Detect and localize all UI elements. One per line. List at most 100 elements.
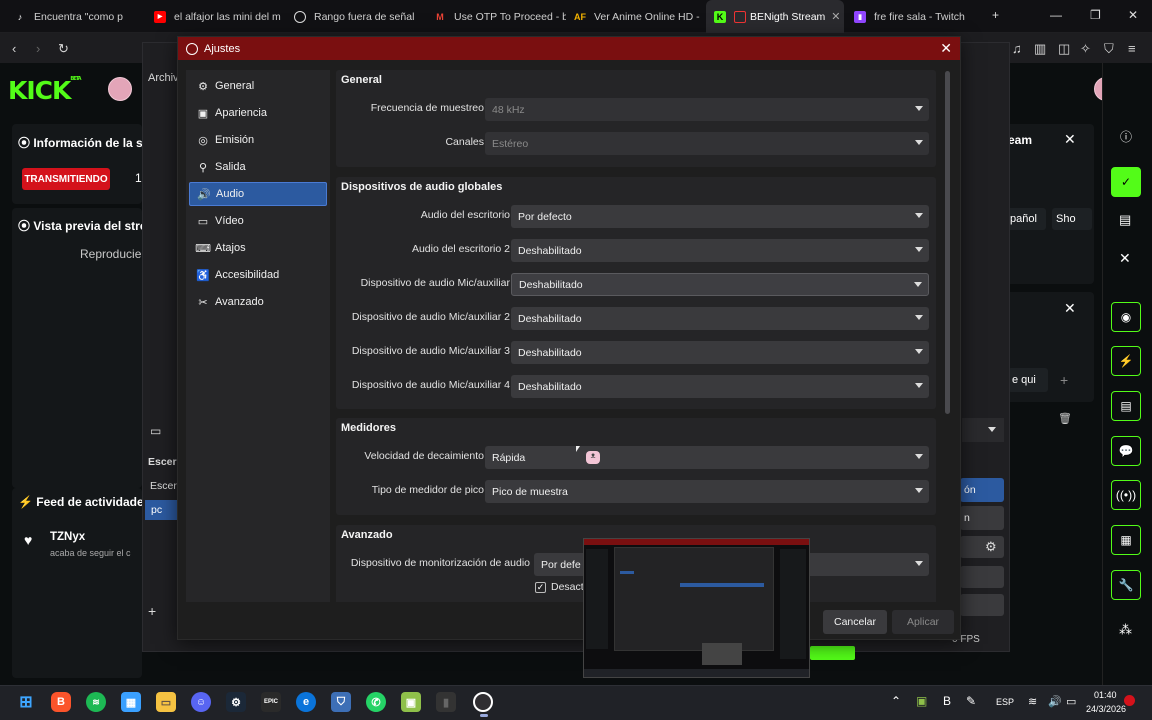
shield-icon[interactable]: ⛉ — [1104, 41, 1114, 57]
tab-twitch[interactable]: ▮ fre fire sala - Twitch — [846, 0, 986, 33]
lightning-icon[interactable]: ⚡ — [1111, 346, 1141, 376]
tab-youtube[interactable]: ▶ el alfajor las mini del m — [146, 0, 284, 33]
b-tray-icon[interactable]: B — [943, 694, 951, 708]
search-field[interactable]: e qui — [1008, 368, 1048, 392]
avatar[interactable] — [108, 77, 132, 101]
close-window-icon[interactable]: ✕ — [1128, 8, 1138, 22]
tab-anime[interactable]: AF Ver Anime Online HD - — [566, 0, 706, 33]
trash-icon[interactable]: 🗑 — [1058, 412, 1072, 425]
close-icon[interactable]: ✕ — [940, 40, 952, 57]
menu-icon[interactable]: ≡ — [1128, 41, 1136, 56]
tag-chip[interactable]: Sho — [1052, 208, 1092, 230]
brave-icon[interactable]: B — [51, 692, 71, 712]
whatsapp-icon[interactable]: ✆ — [366, 692, 386, 712]
sidebar-item-emision[interactable]: ◎ Emisión — [189, 128, 327, 152]
menu-archivo[interactable]: Archiv — [148, 72, 179, 84]
steam-icon[interactable]: ⚙ — [226, 692, 246, 712]
sidebar-item-general[interactable]: ⚙ General — [189, 74, 327, 98]
mic-aux-2-select[interactable]: Deshabilitado — [511, 307, 929, 330]
screenshot-icon[interactable]: ◫ — [1058, 41, 1070, 57]
broadcast-icon[interactable]: ((•)) — [1111, 480, 1141, 510]
edge-icon[interactable]: e — [296, 692, 316, 712]
desktop-audio-select[interactable]: Por defecto — [511, 205, 929, 228]
scene-item-pc[interactable]: pc — [145, 500, 177, 520]
stream-button[interactable]: ón — [960, 478, 1004, 502]
discord-icon[interactable]: ☺ — [191, 692, 211, 712]
close-tab-icon[interactable]: ✕ — [825, 10, 840, 23]
back-icon[interactable]: ‹ — [12, 41, 16, 56]
kick-logo[interactable]: KICKBETA — [8, 76, 82, 105]
file-explorer-icon[interactable]: ▭ — [156, 692, 176, 712]
defender-icon[interactable]: ⛉ — [331, 692, 351, 712]
sidebar-icon[interactable]: ▥ — [1034, 41, 1046, 57]
epic-games-icon[interactable]: EPIC — [261, 692, 281, 712]
windows-start-icon[interactable]: ⊞ — [16, 692, 36, 712]
volume-icon[interactable]: 🔊 — [1048, 695, 1062, 708]
maximize-icon[interactable]: ❐ — [1090, 8, 1101, 22]
reload-icon[interactable]: ↻ — [58, 41, 69, 57]
battery-icon[interactable]: ▭ — [1066, 695, 1076, 708]
wifi-icon[interactable]: ≋ — [1028, 695, 1037, 708]
store-icon[interactable]: ▦ — [121, 692, 141, 712]
sidebar-item-audio[interactable]: 🔊 Audio — [189, 182, 327, 206]
sidebar-item-atajos[interactable]: ⌨ Atajos — [189, 236, 327, 260]
add-scene-icon[interactable]: + — [148, 603, 156, 619]
clock-time[interactable]: 01:40 — [1094, 690, 1117, 700]
minimize-icon[interactable]: — — [1050, 8, 1062, 22]
channels-select[interactable]: Estéreo — [485, 132, 929, 155]
mic-aux-4-select[interactable]: Deshabilitado — [511, 375, 929, 398]
pen-icon[interactable]: ✎ — [966, 694, 976, 708]
sidebar-item-video[interactable]: ▭ Vídeo — [189, 209, 327, 233]
add-icon[interactable]: + — [1060, 372, 1068, 388]
check-icon[interactable]: ✓ — [1111, 167, 1141, 197]
close-icon[interactable]: ✕ — [1064, 300, 1076, 317]
sidebar-item-accesibilidad[interactable]: ♿ Accesibilidad — [189, 263, 327, 287]
music-icon[interactable]: ♫ — [1012, 41, 1022, 56]
notification-icon[interactable] — [1124, 695, 1135, 706]
sidebar-item-avanzado[interactable]: ✂ Avanzado — [189, 290, 327, 314]
document-icon[interactable]: ▤ — [1111, 391, 1141, 421]
camera-icon[interactable]: ◉ — [1111, 302, 1141, 332]
desktop-audio-2-select[interactable]: Deshabilitado — [511, 239, 929, 262]
obs-icon[interactable] — [473, 692, 493, 712]
settings-button[interactable] — [960, 594, 1004, 616]
chat-icon[interactable]: 💬 — [1111, 436, 1141, 466]
media-icon[interactable]: ▦ — [1111, 525, 1141, 555]
mic-aux-3-select[interactable]: Deshabilitado — [511, 341, 929, 364]
forward-icon[interactable]: › — [36, 41, 40, 56]
app-icon[interactable]: ▮ — [436, 692, 456, 712]
record-button[interactable]: n — [960, 506, 1004, 530]
peak-meter-select[interactable]: Pico de muestra — [485, 480, 929, 503]
apply-button[interactable]: Aplicar — [892, 610, 954, 634]
studio-mode-button[interactable] — [960, 566, 1004, 588]
decay-select[interactable]: Rápida — [485, 446, 929, 469]
sidebar-item-salida[interactable]: ⚲ Salida — [189, 155, 327, 179]
sidebar-item-apariencia[interactable]: ▣ Apariencia — [189, 101, 327, 125]
tab-chatgpt[interactable]: Rango fuera de señal — [286, 0, 426, 33]
tag-chip[interactable]: pañol — [1006, 208, 1046, 230]
chevron-up-icon[interactable]: ⌃ — [891, 694, 901, 708]
obs-dropdown[interactable] — [962, 418, 1004, 442]
disable-checkbox[interactable]: ✓ — [535, 582, 546, 593]
sample-rate-select[interactable]: 48 kHz — [485, 98, 929, 121]
language-indicator[interactable]: ESP — [996, 697, 1014, 707]
extensions-icon[interactable]: ✧ — [1080, 41, 1091, 57]
minecraft-tray-icon[interactable]: ▣ — [916, 694, 927, 708]
tab-tiktok[interactable]: ♪ Encuentra "como p — [6, 0, 146, 33]
scrollbar[interactable] — [945, 71, 950, 414]
mic-aux-select[interactable]: Deshabilitado — [511, 273, 929, 296]
layout-icon[interactable]: ▤ — [1119, 212, 1131, 228]
apps-icon[interactable]: ⁂ — [1119, 622, 1132, 638]
cancel-button[interactable]: Cancelar — [823, 610, 887, 634]
info-icon[interactable]: ⓘ — [1120, 128, 1132, 145]
gear-icon[interactable]: ⚙ — [985, 539, 997, 555]
wrench-icon[interactable]: 🔧 — [1111, 570, 1141, 600]
tab-gmail[interactable]: M Use OTP To Proceed - b — [426, 0, 566, 33]
tab-kick[interactable]: K BENigth Stream ✕ — [706, 0, 844, 33]
close-icon[interactable]: ✕ — [1064, 131, 1076, 148]
clock-date[interactable]: 24/3/2026 — [1086, 704, 1126, 714]
spotify-icon[interactable]: ≋ — [86, 692, 106, 712]
minecraft-icon[interactable]: ▣ — [401, 692, 421, 712]
virtual-camera-button[interactable] — [960, 536, 1004, 558]
close-icon[interactable]: ✕ — [1119, 250, 1131, 267]
